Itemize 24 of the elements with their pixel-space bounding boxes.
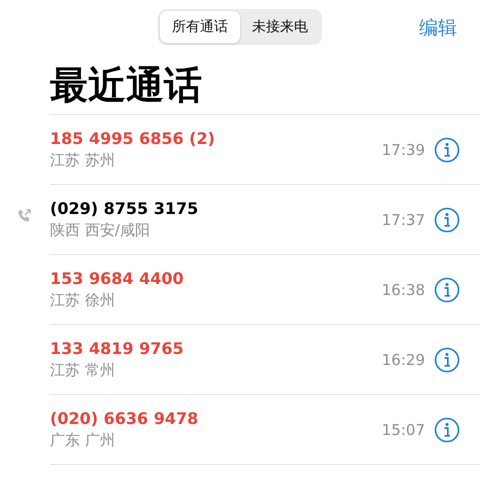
info-icon[interactable]: [434, 206, 460, 232]
info-icon[interactable]: [434, 276, 460, 302]
info-icon[interactable]: [434, 136, 460, 162]
info-icon[interactable]: [434, 346, 460, 372]
call-location: 江苏 苏州: [50, 151, 116, 170]
page-title: 最近通话: [50, 62, 203, 109]
call-time: 17:39: [382, 140, 425, 158]
phone-number: 185 4995 6856 (2): [50, 129, 216, 148]
phone-number: 133 4819 9765: [50, 339, 185, 358]
call-location: 广东 广州: [50, 431, 116, 450]
call-location: 江苏 常州: [50, 361, 116, 380]
phone-number: (029) 8755 3175: [50, 199, 200, 218]
phone-number: 153 9684 4400: [50, 269, 185, 288]
call-time: 15:07: [382, 420, 425, 438]
edit-button[interactable]: 编辑: [419, 15, 457, 41]
call-time: 16:29: [382, 350, 425, 368]
segment-tab[interactable]: 所有通话: [160, 11, 240, 43]
call-location: 江苏 徐州: [50, 291, 116, 310]
segment-tab[interactable]: 未接来电: [240, 11, 320, 43]
call-time: 16:38: [382, 280, 425, 298]
call-time: 17:37: [382, 210, 425, 228]
phone-number: (020) 6636 9478: [50, 409, 200, 428]
info-icon[interactable]: [434, 416, 460, 442]
call-location: 陕西 西安/咸阳: [50, 221, 151, 240]
